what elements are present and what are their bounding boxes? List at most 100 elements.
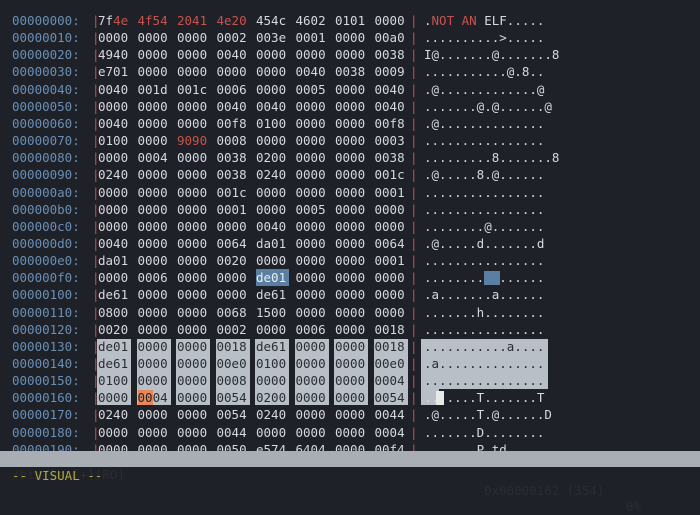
hex-word[interactable]: 0003: [375, 132, 408, 149]
hex-word[interactable]: 0000: [138, 63, 171, 80]
ascii-column[interactable]: .@.....8.@......: [424, 166, 544, 183]
hex-word[interactable]: 001c: [217, 184, 250, 201]
hex-word[interactable]: 0000: [296, 46, 329, 63]
hex-word[interactable]: 0018: [375, 338, 408, 355]
hex-word[interactable]: 0001: [375, 184, 408, 201]
hex-word[interactable]: 454c: [256, 12, 289, 29]
hex-word[interactable]: 0000: [375, 218, 408, 235]
hex-row[interactable]: 00000080: | 0000 0004 0000 0038 0200 0000 0000 00…: [0, 149, 700, 166]
ascii-column[interactable]: .a..............: [424, 355, 544, 372]
hex-word[interactable]: 0000: [177, 252, 210, 269]
hex-word[interactable]: 0000: [177, 235, 210, 252]
hex-word[interactable]: 0000: [177, 46, 210, 63]
hex-word[interactable]: 0009: [375, 63, 408, 80]
hex-word[interactable]: 0000: [335, 218, 368, 235]
hex-word[interactable]: 4f54: [138, 12, 171, 29]
hex-word[interactable]: de61: [98, 355, 131, 372]
hex-word[interactable]: 00f8: [217, 115, 250, 132]
hex-word[interactable]: 0000: [217, 63, 250, 80]
hex-word[interactable]: 0000: [138, 304, 171, 321]
ascii-column[interactable]: ................: [424, 372, 544, 389]
hex-word[interactable]: 0000: [98, 98, 131, 115]
hex-word[interactable]: 0000: [296, 304, 329, 321]
hex-word[interactable]: 0240: [256, 166, 289, 183]
hex-word[interactable]: 0000: [296, 184, 329, 201]
hex-word[interactable]: 0000: [177, 321, 210, 338]
ascii-column[interactable]: ...........@.8..: [424, 63, 544, 80]
hex-word[interactable]: 0018: [217, 338, 250, 355]
ascii-column[interactable]: .@.............@: [424, 81, 544, 98]
hex-word[interactable]: 0038: [375, 149, 408, 166]
ascii-column[interactable]: ................: [424, 321, 544, 338]
hex-word[interactable]: 0044: [375, 406, 408, 423]
hex-word[interactable]: 0000: [177, 218, 210, 235]
hex-word[interactable]: 0000: [98, 269, 131, 286]
ascii-column[interactable]: .........8.......8: [424, 149, 559, 166]
hex-word[interactable]: 0004: [137, 389, 171, 406]
hex-word[interactable]: 0000: [296, 132, 329, 149]
hex-word[interactable]: 0000: [177, 304, 210, 321]
hex-word[interactable]: 0000: [177, 98, 210, 115]
hex-word[interactable]: 0000: [335, 406, 368, 423]
hex-word[interactable]: 0000: [296, 389, 329, 406]
hex-word[interactable]: 0000: [335, 372, 368, 389]
hex-word[interactable]: 0000: [296, 166, 329, 183]
hex-row[interactable]: 000000f0: | 0000 0006 0000 0000 de01 0000 0000 00…: [0, 269, 700, 287]
hex-row[interactable]: 000000d0: | 0040 0000 0000 0064 da01 0000 0000 00…: [0, 235, 700, 252]
hex-word[interactable]: 0000: [335, 286, 368, 303]
hex-row[interactable]: 00000150: | 0100 0000 0000 0008 0000 0000 0000 00…: [0, 372, 700, 389]
hex-word[interactable]: 0054: [375, 389, 408, 406]
hex-word[interactable]: de01: [256, 269, 289, 287]
hex-word[interactable]: 0000: [177, 115, 210, 132]
hex-word[interactable]: 0000: [177, 269, 210, 286]
ascii-column[interactable]: ................: [424, 132, 544, 149]
hex-word[interactable]: 0001: [375, 252, 408, 269]
hex-word[interactable]: 0000: [296, 406, 329, 423]
hex-row[interactable]: 00000030: | e701 0000 0000 0000 0000 0040 0038 00…: [0, 63, 700, 80]
hex-word[interactable]: 0000: [177, 286, 210, 303]
hex-word[interactable]: de61: [98, 286, 131, 303]
hex-word[interactable]: 0000: [256, 424, 289, 441]
hex-word[interactable]: 0000: [138, 235, 171, 252]
hex-word[interactable]: 0064: [375, 235, 408, 252]
hex-word[interactable]: 0040: [296, 63, 329, 80]
hex-word[interactable]: 9090: [177, 132, 210, 149]
hex-word[interactable]: 0000: [335, 235, 368, 252]
hex-word[interactable]: 0068: [217, 304, 250, 321]
hex-word[interactable]: 0001: [296, 29, 329, 46]
hex-word[interactable]: 7f4e: [98, 12, 131, 29]
hex-word[interactable]: 0000: [98, 184, 131, 201]
hex-word[interactable]: 0000: [256, 81, 289, 98]
hex-word[interactable]: 0000: [177, 406, 210, 423]
hex-word[interactable]: 4e20: [217, 12, 250, 29]
hex-word[interactable]: 0000: [335, 166, 368, 183]
hex-row[interactable]: 00000020: | 4940 0000 0000 0040 0000 0000 0000 00…: [0, 46, 700, 63]
hex-word[interactable]: 0000: [256, 46, 289, 63]
hex-word[interactable]: 0000: [335, 201, 368, 218]
hex-word[interactable]: 0000: [375, 201, 408, 218]
hex-word[interactable]: 0000: [138, 286, 171, 303]
hex-word[interactable]: 0020: [98, 321, 131, 338]
hex-word[interactable]: 003e: [256, 29, 289, 46]
hex-word[interactable]: 0054: [217, 389, 250, 406]
ascii-column[interactable]: ................: [424, 201, 544, 218]
hex-word[interactable]: 0000: [335, 355, 368, 372]
hex-word[interactable]: 0040: [375, 81, 408, 98]
hex-row[interactable]: 000000a0: | 0000 0000 0000 001c 0000 0000 0000 00…: [0, 184, 700, 201]
hex-word[interactable]: e701: [98, 63, 131, 80]
hex-word[interactable]: 0006: [217, 81, 250, 98]
ascii-column[interactable]: ...........a....: [424, 338, 544, 355]
ascii-column[interactable]: .a.......a......: [424, 286, 544, 303]
hex-word[interactable]: 0240: [256, 406, 289, 423]
hex-word[interactable]: 0008: [217, 372, 250, 389]
hex-word[interactable]: 001d: [138, 81, 171, 98]
hex-word[interactable]: 00e0: [217, 355, 250, 372]
hex-word[interactable]: 0040: [98, 115, 131, 132]
hex-word[interactable]: 0000: [335, 98, 368, 115]
hex-word[interactable]: 0100: [256, 355, 289, 372]
hex-word[interactable]: 0200: [256, 389, 289, 406]
ascii-column[interactable]: .NOT AN ELF.....: [424, 12, 544, 29]
hex-word[interactable]: 0000: [335, 46, 368, 63]
ascii-column[interactable]: .......h........: [424, 304, 544, 321]
hex-word[interactable]: 0000: [98, 201, 131, 218]
